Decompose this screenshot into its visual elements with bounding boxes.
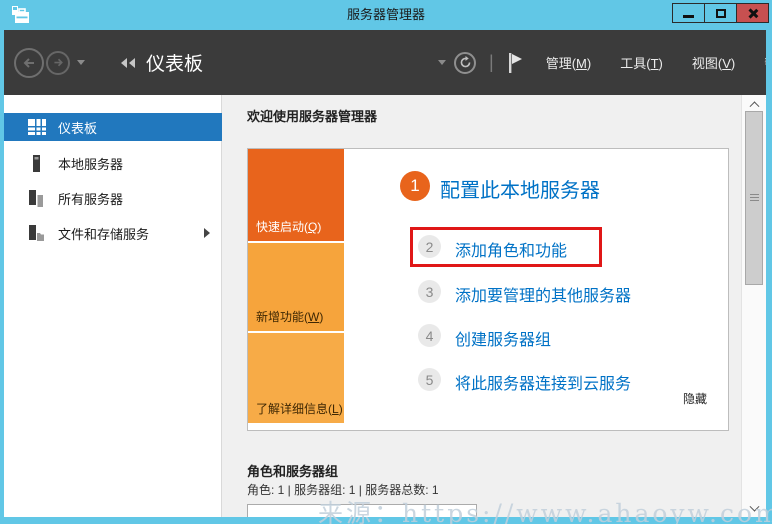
step-add-other-servers[interactable]: 添加要管理的其他服务器 [455, 282, 631, 306]
step-5-number: 5 [418, 368, 441, 391]
close-button[interactable] [736, 3, 769, 23]
back-arrow-icon [21, 55, 37, 71]
file-storage-icon [28, 225, 48, 242]
forward-arrow-icon [52, 56, 65, 69]
menu-view[interactable]: 视图(V) [692, 53, 735, 72]
learn-more-tab[interactable]: 了解详细信息(L) [248, 333, 344, 423]
scrollbar-down-button[interactable] [742, 501, 766, 517]
step-3-number: 3 [418, 280, 441, 303]
scrollbar-thumb[interactable] [745, 111, 763, 285]
separator: | [489, 52, 494, 73]
expand-arrow-icon[interactable] [204, 228, 210, 238]
sidebar-item-all-servers[interactable]: 所有服务器 [4, 184, 222, 212]
all-servers-icon [28, 190, 48, 207]
window-title: 服务器管理器 [0, 0, 772, 30]
minimize-icon [683, 15, 694, 18]
sidebar-item-label: 所有服务器 [58, 189, 123, 208]
sidebar: 仪表板 本地服务器 所有服务器 [4, 95, 222, 517]
main-content: 欢迎使用服务器管理器 快速启动(Q) 新增功能(W) 了解详细信息(L) 1 配… [223, 95, 766, 517]
roles-groups-stats: 角色: 1 | 服务器组: 1 | 服务器总数: 1 [247, 481, 439, 498]
navbar-right: | 管理(M) 工具(T) 视图(V) 帮助(H) [438, 30, 772, 95]
roles-groups-heading: 角色和服务器组 [247, 461, 338, 480]
step-connect-cloud-services[interactable]: 将此服务器连接到云服务 [455, 370, 631, 394]
navbar: 仪表板 | 管理(M) 工具(T) 视图(V) 帮助(H) [4, 30, 766, 95]
roles-tile-partial [247, 504, 477, 517]
step-1-number: 1 [400, 171, 430, 201]
sidebar-item-file-storage-services[interactable]: 文件和存储服务 [4, 219, 222, 247]
titlebar: 服务器管理器 [0, 0, 772, 30]
hide-link[interactable]: 隐藏 [683, 390, 707, 407]
refresh-icon [459, 56, 472, 69]
step-4-number: 4 [418, 324, 441, 347]
history-dropdown-icon[interactable] [77, 60, 85, 65]
scope-dropdown-icon[interactable] [438, 60, 446, 65]
quickstart-column: 快速启动(Q) 新增功能(W) 了解详细信息(L) [248, 149, 344, 425]
menu-tools[interactable]: 工具(T) [620, 53, 663, 72]
collapse-breadcrumb-icon[interactable] [121, 58, 137, 68]
vertical-scrollbar[interactable] [741, 95, 766, 517]
step-configure-local-server[interactable]: 配置此本地服务器 [440, 174, 600, 203]
sidebar-item-local-server[interactable]: 本地服务器 [4, 149, 222, 177]
window-border-left [0, 30, 4, 524]
sidebar-item-dashboard[interactable]: 仪表板 [4, 113, 222, 141]
step-2-number: 2 [418, 235, 441, 258]
forward-button[interactable] [46, 51, 70, 75]
step-add-roles-features[interactable]: 添加角色和功能 [455, 237, 567, 261]
maximize-button[interactable] [704, 3, 736, 23]
breadcrumb[interactable]: 仪表板 [146, 49, 203, 76]
sidebar-item-label: 本地服务器 [58, 154, 123, 173]
menu-manage[interactable]: 管理(M) [546, 53, 592, 72]
maximize-icon [716, 9, 726, 18]
step-create-server-group[interactable]: 创建服务器组 [455, 326, 551, 350]
thumb-grip-icon [750, 194, 759, 202]
chevron-down-icon [750, 501, 760, 511]
refresh-button[interactable] [454, 52, 476, 74]
sidebar-item-label: 文件和存储服务 [58, 224, 149, 243]
local-server-icon [28, 155, 48, 172]
welcome-panel: 快速启动(Q) 新增功能(W) 了解详细信息(L) 1 配置此本地服务器 2 添… [247, 148, 729, 431]
sidebar-item-label: 仪表板 [58, 118, 97, 137]
chevron-up-icon [750, 101, 760, 111]
whats-new-tab[interactable]: 新增功能(W) [248, 243, 344, 331]
minimize-button[interactable] [672, 3, 704, 23]
quickstart-tab[interactable]: 快速启动(Q) [248, 149, 344, 241]
window-controls [672, 3, 769, 23]
window-border-bottom [0, 517, 772, 524]
close-icon [747, 8, 758, 19]
scrollbar-up-button[interactable] [742, 95, 766, 111]
notifications-flag-icon[interactable] [507, 52, 524, 74]
server-manager-window: 服务器管理器 仪表板 [0, 0, 772, 524]
back-button[interactable] [14, 48, 44, 78]
dashboard-grid-icon [28, 119, 48, 135]
window-border-right [766, 30, 772, 524]
welcome-heading: 欢迎使用服务器管理器 [247, 106, 377, 125]
navigation-controls: 仪表板 [14, 30, 203, 95]
